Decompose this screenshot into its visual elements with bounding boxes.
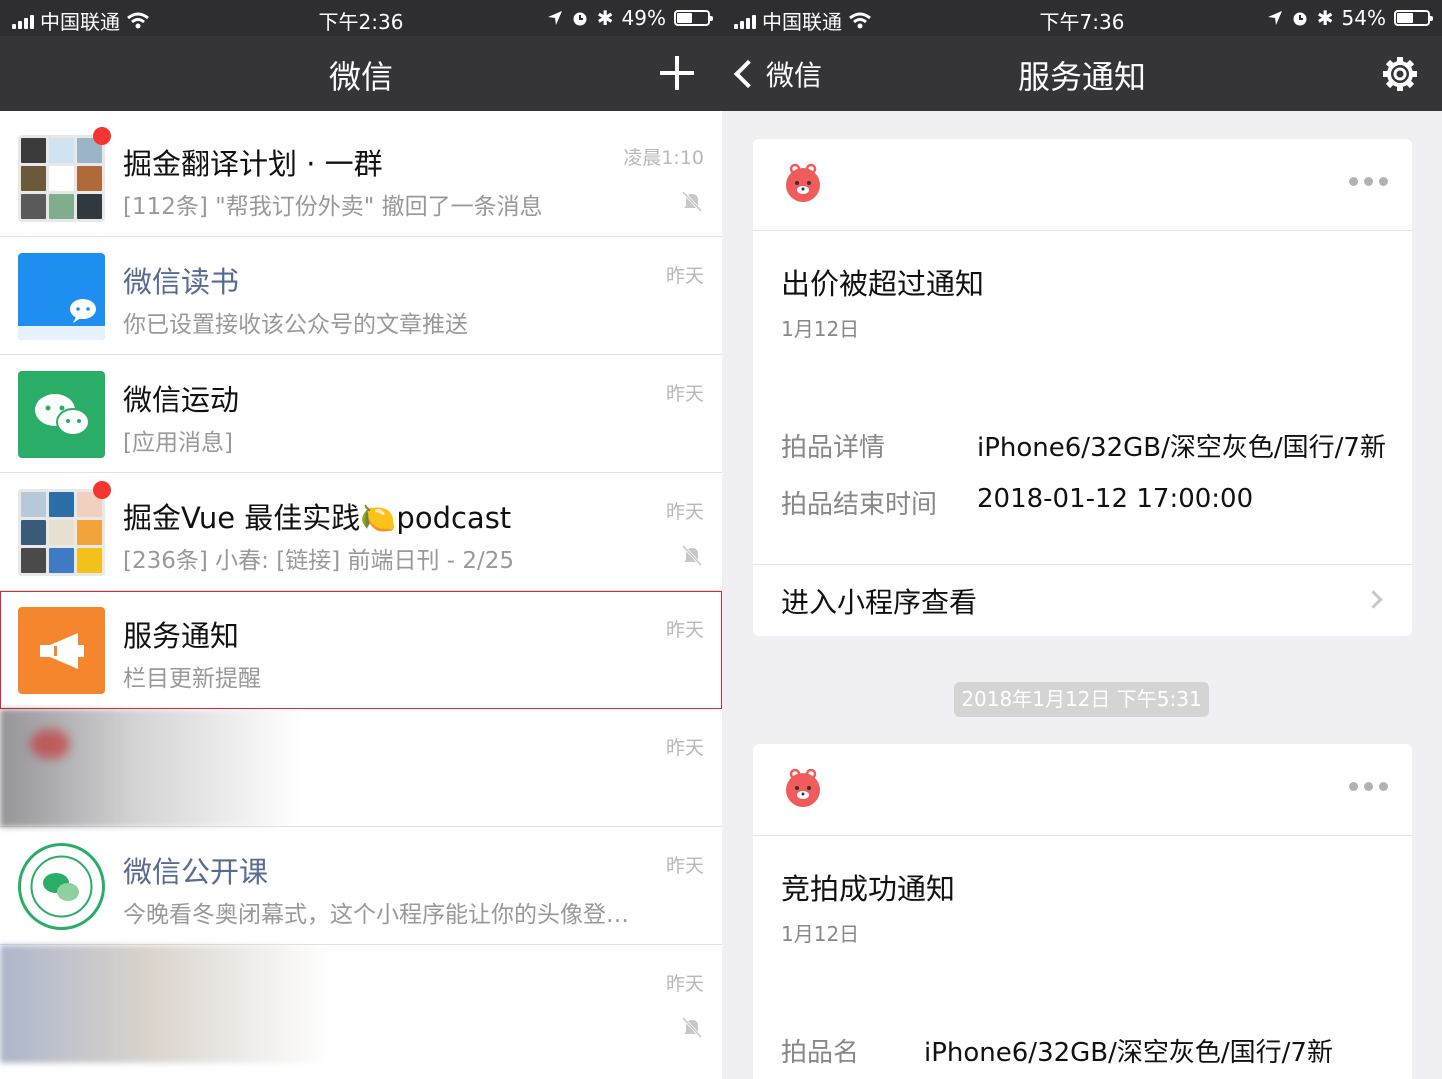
notification-date: 1月12日 bbox=[781, 317, 860, 341]
notification-title: 出价被超过通知 bbox=[781, 267, 985, 301]
chat-item-juejin-vue[interactable]: 掘金Vue 最佳实践🍋podcast [236条] 小春: [链接] 前端日刊 … bbox=[0, 473, 722, 591]
page-title: 服务通知 bbox=[1017, 58, 1146, 96]
notification-title: 竞拍成功通知 bbox=[781, 872, 956, 906]
chat-item-wechat-open-class[interactable]: 微信公开课 今晚看冬奥闭幕式，这个小程序能让你的头像登… 昨天 bbox=[0, 827, 722, 945]
battery-percent: 54% bbox=[1341, 6, 1386, 30]
more-options-icon[interactable] bbox=[1349, 782, 1388, 791]
chat-preview: [应用消息] bbox=[123, 430, 233, 456]
mute-bell-icon bbox=[681, 190, 703, 213]
card-header bbox=[753, 139, 1412, 231]
battery-fill bbox=[1397, 13, 1413, 23]
blurred-avatar bbox=[0, 709, 300, 827]
chat-name: 服务通知 bbox=[123, 619, 240, 653]
end-time-label: 拍品结束时间 bbox=[781, 490, 938, 520]
chat-bubble-icon bbox=[70, 299, 96, 323]
chat-name: 掘金Vue 最佳实践🍋podcast bbox=[123, 501, 512, 535]
group-avatar bbox=[18, 481, 111, 576]
notification-card-outbid: 出价被超过通知 1月12日 拍品详情 iPhone6/32GB/深空灰色/国行/… bbox=[753, 139, 1412, 636]
chat-preview: [236条] 小春: [链接] 前端日刊 - 2/25 bbox=[123, 548, 515, 574]
notification-card-won: 竞拍成功通知 1月12日 拍品名 iPhone6/32GB/深空灰色/国行/7新 bbox=[753, 744, 1412, 1079]
notification-date: 1月12日 bbox=[781, 922, 860, 946]
mute-bell-icon bbox=[681, 544, 703, 567]
battery-percent: 49% bbox=[621, 6, 666, 30]
chat-time: 昨天 bbox=[665, 265, 704, 287]
chat-time: 昨天 bbox=[665, 973, 704, 995]
location-icon bbox=[547, 11, 562, 25]
detail-value: iPhone6/32GB/深空灰色/国行/7新 bbox=[977, 433, 1386, 463]
chat-time: 昨天 bbox=[665, 383, 704, 405]
chat-name: 微信运动 bbox=[123, 383, 240, 417]
chat-item-service-notification[interactable]: 服务通知 栏目更新提醒 昨天 bbox=[0, 591, 722, 709]
gear-icon[interactable] bbox=[1382, 56, 1418, 92]
battery-icon bbox=[674, 10, 713, 26]
more-options-icon[interactable] bbox=[1349, 177, 1388, 186]
status-bar: 中国联通 下午7:36 ✱ 54% bbox=[722, 0, 1442, 36]
chat-item-blurred[interactable]: 昨天 bbox=[0, 709, 722, 827]
chat-preview: 栏目更新提醒 bbox=[123, 666, 261, 692]
megaphone-icon bbox=[40, 633, 84, 669]
wechat-sport-avatar bbox=[18, 371, 105, 458]
nav-bar: 微信 服务通知 bbox=[722, 36, 1442, 111]
item-name-value: iPhone6/32GB/深空灰色/国行/7新 bbox=[924, 1038, 1333, 1068]
mute-bell-icon bbox=[681, 1016, 703, 1039]
end-time-value: 2018-01-12 17:00:00 bbox=[977, 484, 1254, 514]
page-title: 微信 bbox=[328, 58, 393, 96]
detail-label: 拍品详情 bbox=[781, 433, 886, 463]
service-notification-avatar bbox=[18, 607, 105, 694]
open-class-logo-icon bbox=[18, 843, 105, 930]
chat-time: 昨天 bbox=[665, 737, 704, 759]
card-header bbox=[753, 744, 1412, 836]
bluetooth-icon: ✱ bbox=[1316, 6, 1334, 30]
blurred-avatar bbox=[0, 945, 330, 1063]
battery-icon bbox=[1394, 10, 1433, 26]
chat-item-juejin-translate[interactable]: 掘金翻译计划 · 一群 [112条] "帮我订份外卖" 撤回了一条消息 凌晨1:… bbox=[0, 119, 722, 237]
nav-bar: 微信 bbox=[0, 36, 722, 111]
chat-preview: 今晚看冬奥闭幕式，这个小程序能让你的头像登… bbox=[123, 902, 629, 928]
mini-program-logo-icon bbox=[786, 768, 820, 807]
item-name-label: 拍品名 bbox=[781, 1038, 860, 1068]
group-avatar bbox=[18, 127, 111, 222]
chat-preview: [112条] "帮我订份外卖" 撤回了一条消息 bbox=[123, 194, 543, 220]
chat-time: 昨天 bbox=[665, 855, 704, 877]
chat-name: 微信公开课 bbox=[123, 855, 269, 889]
blurred-red-spot bbox=[30, 729, 70, 759]
link-label: 进入小程序查看 bbox=[781, 586, 978, 619]
chevron-right-icon bbox=[1364, 590, 1383, 609]
wechat-open-class-avatar bbox=[18, 843, 105, 930]
wechat-logo-icon bbox=[35, 394, 90, 436]
chat-item-wechat-read[interactable]: 微信读书 你已设置接收该公众号的文章推送 昨天 bbox=[0, 237, 722, 355]
chat-name: 掘金翻译计划 · 一群 bbox=[123, 147, 383, 181]
chat-item-wechat-sport[interactable]: 微信运动 [应用消息] 昨天 bbox=[0, 355, 722, 473]
unread-dot bbox=[93, 481, 111, 499]
unread-dot bbox=[93, 127, 111, 145]
chat-name: 微信读书 bbox=[123, 265, 240, 299]
wechat-read-avatar bbox=[18, 253, 105, 340]
wechat-chat-list-screen: 中国联通 下午2:36 ✱ 49% 微信 掘金翻译计划 · 一群 [112条] … bbox=[0, 0, 722, 1079]
alarm-icon bbox=[573, 12, 587, 26]
chat-item-blurred[interactable]: 昨天 bbox=[0, 945, 722, 1063]
battery-fill bbox=[677, 13, 692, 23]
message-timestamp: 2018年1月12日 下午5:31 bbox=[954, 682, 1209, 717]
chat-time: 昨天 bbox=[665, 619, 704, 641]
mini-program-logo-icon bbox=[786, 163, 820, 202]
chat-time: 凌晨1:10 bbox=[623, 147, 704, 169]
location-icon bbox=[1267, 11, 1282, 25]
bluetooth-icon: ✱ bbox=[596, 6, 614, 30]
chat-list: 掘金翻译计划 · 一群 [112条] "帮我订份外卖" 撤回了一条消息 凌晨1:… bbox=[0, 119, 722, 1063]
chat-preview: 你已设置接收该公众号的文章推送 bbox=[123, 312, 468, 338]
chat-time: 昨天 bbox=[665, 501, 704, 523]
add-plus-icon[interactable] bbox=[660, 56, 694, 90]
status-bar: 中国联通 下午2:36 ✱ 49% bbox=[0, 0, 722, 36]
service-notification-screen: 中国联通 下午7:36 ✱ 54% 微信 服务通知 出价被超过通知 1月12日 … bbox=[722, 0, 1442, 1079]
open-mini-program-link[interactable]: 进入小程序查看 bbox=[753, 564, 1412, 636]
alarm-icon bbox=[1293, 12, 1307, 26]
